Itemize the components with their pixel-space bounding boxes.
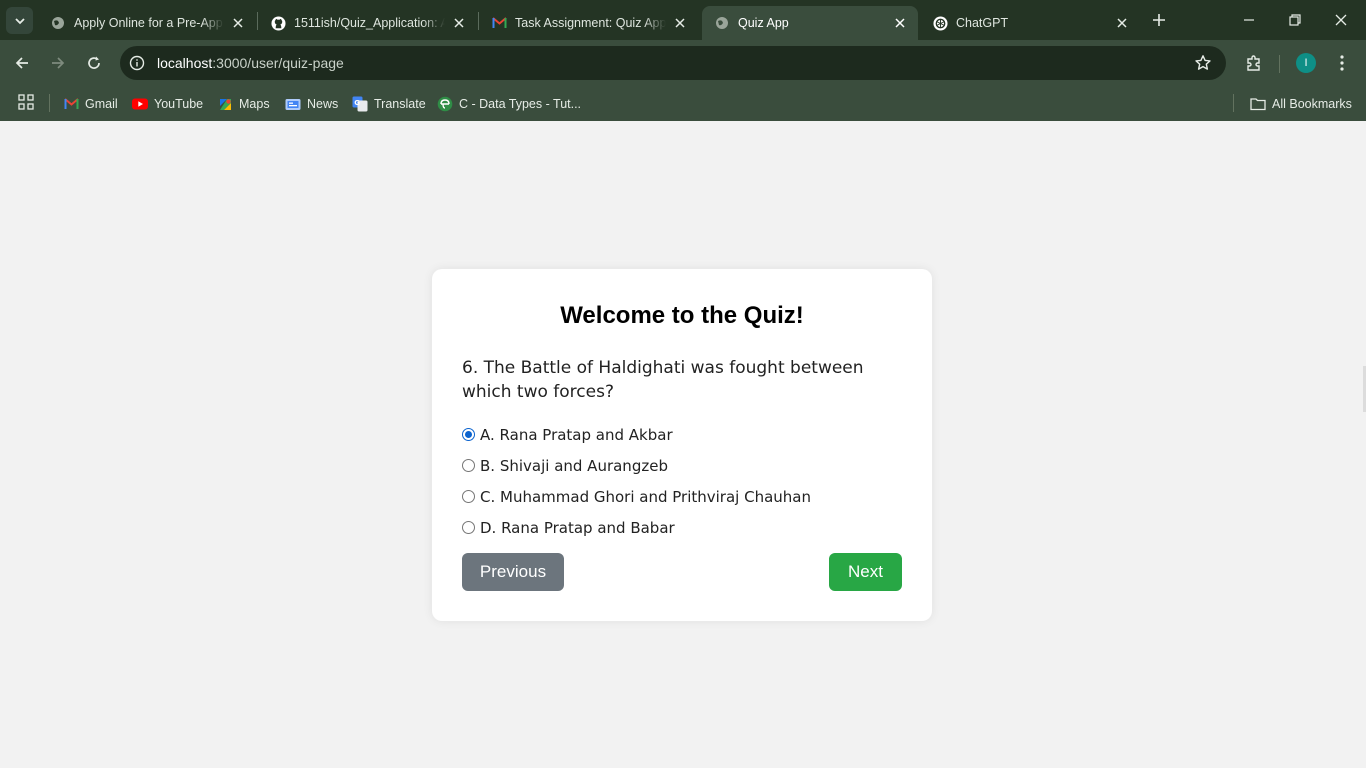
bookmark-gmail[interactable]: Gmail xyxy=(63,91,118,117)
all-bookmarks-label: All Bookmarks xyxy=(1272,97,1352,111)
bookmark-label: Translate xyxy=(374,97,426,111)
gmail-icon xyxy=(491,15,507,31)
tab-github[interactable]: 1511ish/Quiz_Application: A xyxy=(258,6,477,40)
tab-label: Quiz App xyxy=(738,16,789,30)
forward-button[interactable] xyxy=(44,49,72,77)
page-viewport: Welcome to the Quiz! 6. The Battle of Ha… xyxy=(0,121,1366,768)
site-info-icon[interactable] xyxy=(124,50,150,76)
chevron-down-icon xyxy=(14,17,25,24)
url-text: localhost:3000/user/quiz-page xyxy=(157,55,344,71)
bookmark-label: Maps xyxy=(239,97,270,111)
radio-button-selected[interactable] xyxy=(462,428,475,441)
window-close-button[interactable] xyxy=(1318,6,1364,34)
radio-button[interactable] xyxy=(462,459,475,472)
close-icon[interactable] xyxy=(892,15,908,31)
tab-search-button[interactable] xyxy=(6,7,33,34)
tutorial-icon xyxy=(437,96,453,112)
tab-chatgpt[interactable]: ChatGPT xyxy=(920,6,1140,40)
minimize-button[interactable] xyxy=(1226,6,1272,34)
bookmark-label: News xyxy=(307,97,339,111)
translate-icon: G xyxy=(352,96,368,112)
browser-chrome: Apply Online for a Pre-Appr 1511ish/Quiz… xyxy=(0,0,1366,121)
all-bookmarks-button[interactable]: All Bookmarks xyxy=(1250,91,1352,117)
option-label: C. Muhammad Ghori and Prithviraj Chauhan xyxy=(480,487,811,506)
tab-quiz-app[interactable]: Quiz App xyxy=(702,6,918,40)
bookmark-c-data-types[interactable]: C - Data Types - Tut... xyxy=(437,91,581,117)
url-host: localhost xyxy=(157,55,213,71)
close-icon xyxy=(1335,14,1347,26)
bookmark-label: C - Data Types - Tut... xyxy=(459,97,582,111)
extensions-button[interactable] xyxy=(1240,49,1268,77)
next-button[interactable]: Next xyxy=(829,553,902,591)
bookmark-news[interactable]: News xyxy=(285,91,338,117)
back-button[interactable] xyxy=(8,49,36,77)
close-icon[interactable] xyxy=(672,15,688,31)
option-label: D. Rana Pratap and Babar xyxy=(480,518,675,537)
youtube-icon xyxy=(132,96,148,112)
address-bar[interactable]: localhost:3000/user/quiz-page xyxy=(120,46,1226,80)
news-icon xyxy=(285,96,301,112)
option-label: A. Rana Pratap and Akbar xyxy=(480,425,673,444)
bookmarks-divider xyxy=(49,94,50,112)
url-path: :3000/user/quiz-page xyxy=(212,55,344,71)
more-vertical-icon xyxy=(1340,55,1344,71)
radio-button[interactable] xyxy=(462,490,475,503)
quiz-card: Welcome to the Quiz! 6. The Battle of Ha… xyxy=(432,269,932,621)
bookmark-label: Gmail xyxy=(85,97,118,111)
new-tab-button[interactable] xyxy=(1148,9,1170,31)
profile-avatar[interactable]: I xyxy=(1296,53,1316,73)
bookmark-label: YouTube xyxy=(154,97,204,111)
quiz-heading: Welcome to the Quiz! xyxy=(560,302,804,329)
bookmark-star-icon[interactable] xyxy=(1194,54,1212,72)
reload-button[interactable] xyxy=(80,49,108,77)
browser-toolbar: localhost:3000/user/quiz-page I xyxy=(0,40,1366,86)
tab-label: Task Assignment: Quiz Appli xyxy=(515,16,666,30)
close-icon[interactable] xyxy=(451,15,467,31)
radio-button[interactable] xyxy=(462,521,475,534)
bookmark-youtube[interactable]: YouTube xyxy=(132,91,203,117)
answer-options: A. Rana Pratap and Akbar B. Shivaji and … xyxy=(462,419,902,543)
minimize-icon xyxy=(1244,19,1254,21)
puzzle-icon xyxy=(1247,55,1260,71)
bookmarks-bar: Gmail YouTube Maps News G Translate C - … xyxy=(0,86,1366,121)
arrow-right-icon xyxy=(52,57,65,69)
toolbar-divider xyxy=(1279,55,1280,73)
folder-icon xyxy=(1250,96,1266,112)
bookmark-maps[interactable]: Maps xyxy=(217,91,270,117)
tab-apply-online[interactable]: Apply Online for a Pre-Appr xyxy=(38,6,256,40)
reload-icon xyxy=(88,56,100,69)
plus-icon xyxy=(1153,14,1165,26)
option-label: B. Shivaji and Aurangzeb xyxy=(480,456,668,475)
restore-icon xyxy=(1289,14,1301,26)
option-a[interactable]: A. Rana Pratap and Akbar xyxy=(462,419,902,450)
browser-menu-button[interactable] xyxy=(1330,49,1354,77)
close-icon[interactable] xyxy=(230,15,246,31)
apps-grid-icon[interactable] xyxy=(17,93,35,111)
bookmark-translate[interactable]: G Translate xyxy=(352,91,426,117)
svg-text:G: G xyxy=(354,99,360,107)
github-icon xyxy=(270,15,286,31)
question-text: 6. The Battle of Haldighati was fought b… xyxy=(462,358,864,402)
tab-label: ChatGPT xyxy=(956,16,1009,30)
close-icon[interactable] xyxy=(1114,15,1130,31)
bookmarks-divider xyxy=(1233,94,1234,112)
previous-button[interactable]: Previous xyxy=(462,553,564,591)
tab-gmail-task[interactable]: Task Assignment: Quiz Appli xyxy=(479,6,698,40)
chatgpt-icon xyxy=(932,15,948,31)
globe-icon xyxy=(50,15,66,31)
gmail-icon xyxy=(63,96,79,112)
option-c[interactable]: C. Muhammad Ghori and Prithviraj Chauhan xyxy=(462,481,902,512)
tab-strip: Apply Online for a Pre-Appr 1511ish/Quiz… xyxy=(0,0,1366,40)
maps-icon xyxy=(217,96,233,112)
globe-icon xyxy=(714,15,730,31)
arrow-left-icon xyxy=(15,57,28,69)
tab-label: 1511ish/Quiz_Application: A xyxy=(294,16,445,30)
option-b[interactable]: B. Shivaji and Aurangzeb xyxy=(462,450,902,481)
option-d[interactable]: D. Rana Pratap and Babar xyxy=(462,512,902,543)
restore-button[interactable] xyxy=(1272,6,1318,34)
tab-label: Apply Online for a Pre-Appr xyxy=(74,16,224,30)
